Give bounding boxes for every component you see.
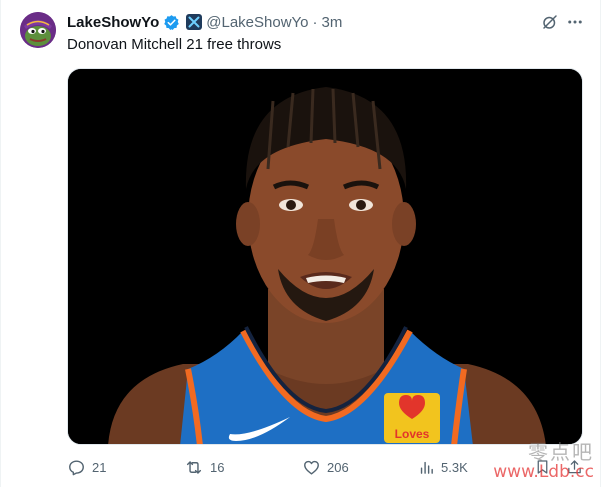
reply-count: 21 xyxy=(92,459,107,475)
jersey-logo-text: Loves xyxy=(395,427,430,441)
left-divider xyxy=(0,0,1,487)
like-icon xyxy=(304,460,319,475)
avatar[interactable] xyxy=(20,12,56,48)
repost-button[interactable]: 16 xyxy=(184,455,224,479)
grok-icon[interactable] xyxy=(540,12,560,32)
handle[interactable]: @LakeShowYo xyxy=(206,14,308,31)
verified-badge-icon xyxy=(163,14,180,31)
reply-icon xyxy=(69,459,84,475)
tweet-header: LakeShowYo @LakeShowYo · 3m xyxy=(67,12,342,32)
share-icon xyxy=(568,460,581,474)
share-button[interactable] xyxy=(566,455,583,479)
bookmark-icon xyxy=(537,460,548,474)
tweet-actions: 21 16 206 5.3K xyxy=(62,455,594,479)
like-count: 206 xyxy=(327,459,349,475)
separator: · xyxy=(312,13,318,31)
repost-count: 16 xyxy=(210,459,225,475)
tweet-media-image[interactable]: Loves xyxy=(67,68,583,445)
bookmark-button[interactable] xyxy=(534,455,551,479)
tweet-text: Donovan Mitchell 21 free throws xyxy=(67,36,282,53)
repost-icon xyxy=(186,460,202,474)
more-icon[interactable] xyxy=(565,12,585,32)
views-icon xyxy=(420,461,433,474)
timestamp[interactable]: 3m xyxy=(322,14,343,31)
display-name[interactable]: LakeShowYo xyxy=(67,14,159,31)
reply-button[interactable]: 21 xyxy=(67,455,106,479)
views-button[interactable]: 5.3K xyxy=(418,455,468,479)
like-button[interactable]: 206 xyxy=(302,455,349,479)
views-count: 5.3K xyxy=(441,459,468,475)
affiliate-x-icon[interactable] xyxy=(186,14,203,30)
